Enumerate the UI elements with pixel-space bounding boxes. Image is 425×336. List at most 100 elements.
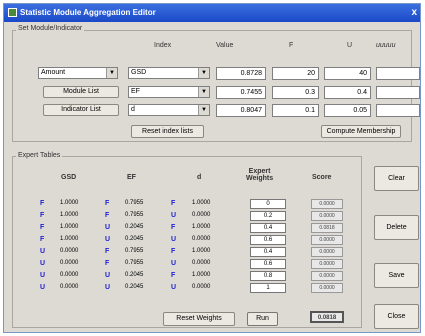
d-val: 0.0000	[192, 212, 211, 218]
d-val: 0.0000	[192, 284, 211, 290]
expert-weight-field[interactable]: 0.2	[250, 211, 286, 221]
indicator-list-button[interactable]: Indicator List	[43, 104, 119, 116]
index-select-3[interactable]: d ▼	[128, 104, 210, 116]
gsd-fu: F	[40, 212, 45, 219]
ef-val: 0.2045	[125, 236, 144, 242]
run-button[interactable]: Run	[247, 312, 278, 326]
d-fu: U	[171, 212, 177, 219]
expert-weight-field[interactable]: 0.6	[250, 259, 286, 269]
title-bar[interactable]: Statistic Module Aggregation Editor x	[4, 4, 420, 22]
total-score: 0.0818	[310, 311, 344, 323]
expert-weight-field[interactable]: 0.4	[250, 223, 286, 233]
score-cell: 0.0818	[311, 223, 343, 233]
ef-val: 0.7955	[125, 212, 144, 218]
index-select-1[interactable]: GSD ▼	[128, 67, 210, 79]
header-index: Index	[154, 42, 172, 49]
extra-field-3[interactable]	[376, 104, 420, 117]
expert-tables-group	[12, 156, 362, 328]
gsd-fu: U	[40, 248, 46, 255]
amount-select[interactable]: Amount ▼	[38, 67, 118, 79]
score-cell: 0.0000	[311, 211, 343, 221]
ef-fu: F	[105, 248, 110, 255]
d-fu: U	[171, 260, 177, 267]
extra-field-2[interactable]	[376, 86, 420, 99]
f-field-3[interactable]: 0.1	[272, 104, 319, 117]
chevron-down-icon[interactable]: ▼	[106, 68, 117, 78]
u-field-3[interactable]: 0.05	[324, 104, 371, 117]
clear-button[interactable]: Clear	[374, 166, 419, 191]
expert-weight-field[interactable]: 0	[250, 199, 286, 209]
ef-fu: F	[105, 212, 110, 219]
d-fu: U	[171, 284, 177, 291]
chevron-down-icon[interactable]: ▼	[198, 105, 209, 115]
compute-membership-button[interactable]: Compute Membership	[321, 125, 401, 138]
window-title: Statistic Module Aggregation Editor	[20, 8, 156, 17]
d-fu: F	[171, 248, 176, 255]
u-field-1[interactable]: 40	[324, 67, 371, 80]
ef-val: 0.2045	[125, 284, 144, 290]
gsd-val: 0.0000	[60, 260, 79, 266]
value-field-1[interactable]: 0.8728	[216, 67, 266, 80]
d-fu: U	[171, 236, 177, 243]
d-fu: F	[171, 200, 176, 207]
header-u: U	[347, 42, 353, 49]
score-cell: 0.0000	[311, 199, 343, 209]
header-gsd: GSD	[61, 174, 77, 181]
expert-weight-field[interactable]: 1	[250, 283, 286, 293]
expert-weight-field[interactable]: 0.8	[250, 271, 286, 281]
gsd-fu: F	[40, 200, 45, 207]
d-val: 0.0000	[192, 236, 211, 242]
header-f: F	[289, 42, 294, 49]
gsd-fu: U	[40, 260, 46, 267]
chevron-down-icon[interactable]: ▼	[198, 68, 209, 78]
header-score: Score	[312, 174, 332, 181]
gsd-val: 1.0000	[60, 200, 79, 206]
header-extra: иииии	[376, 42, 396, 49]
d-val: 1.0000	[192, 248, 211, 254]
f-field-1[interactable]: 20	[272, 67, 319, 80]
amount-select-value: Amount	[41, 69, 66, 76]
expert-weight-field[interactable]: 0.4	[250, 247, 286, 257]
reset-index-lists-button[interactable]: Reset index lists	[131, 125, 204, 138]
ef-val: 0.7955	[125, 200, 144, 206]
score-cell: 0.0000	[311, 247, 343, 257]
d-val: 1.0000	[192, 272, 211, 278]
close-button[interactable]: Close	[374, 304, 419, 329]
header-ef: EF	[127, 174, 136, 181]
gsd-fu: F	[40, 224, 45, 231]
d-fu: F	[171, 224, 176, 231]
ef-fu: F	[105, 260, 110, 267]
ef-fu: U	[105, 236, 111, 243]
value-field-2[interactable]: 0.7455	[216, 86, 266, 99]
save-button[interactable]: Save	[374, 263, 419, 288]
index-select-2-value: EF	[131, 88, 140, 95]
expert-weight-field[interactable]: 0.6	[250, 235, 286, 245]
ef-val: 0.2045	[125, 224, 144, 230]
gsd-fu: U	[40, 284, 46, 291]
d-fu: F	[171, 272, 176, 279]
index-select-3-value: d	[131, 106, 135, 113]
extra-field-1[interactable]	[376, 67, 420, 80]
u-field-2[interactable]: 0.4	[324, 86, 371, 99]
score-cell: 0.0000	[311, 259, 343, 269]
ef-val: 0.2045	[125, 272, 144, 278]
reset-weights-button[interactable]: Reset Weights	[163, 312, 235, 326]
score-cell: 0.0000	[311, 283, 343, 293]
f-field-2[interactable]: 0.3	[272, 86, 319, 99]
delete-button[interactable]: Delete	[374, 215, 419, 240]
gsd-val: 0.0000	[60, 284, 79, 290]
index-select-2[interactable]: EF ▼	[128, 86, 210, 98]
index-select-1-value: GSD	[131, 69, 147, 76]
gsd-val: 1.0000	[60, 212, 79, 218]
expert-tables-legend: Expert Tables	[16, 152, 63, 159]
value-field-3[interactable]: 0.8047	[216, 104, 266, 117]
module-list-button[interactable]: Module List	[43, 86, 119, 98]
close-icon[interactable]: x	[411, 7, 417, 18]
editor-window: Statistic Module Aggregation Editor x Se…	[3, 3, 421, 333]
ef-fu: U	[105, 284, 111, 291]
chevron-down-icon[interactable]: ▼	[198, 87, 209, 97]
header-value: Value	[216, 42, 234, 49]
ef-fu: U	[105, 272, 111, 279]
score-cell: 0.0000	[311, 235, 343, 245]
ef-fu: F	[105, 200, 110, 207]
